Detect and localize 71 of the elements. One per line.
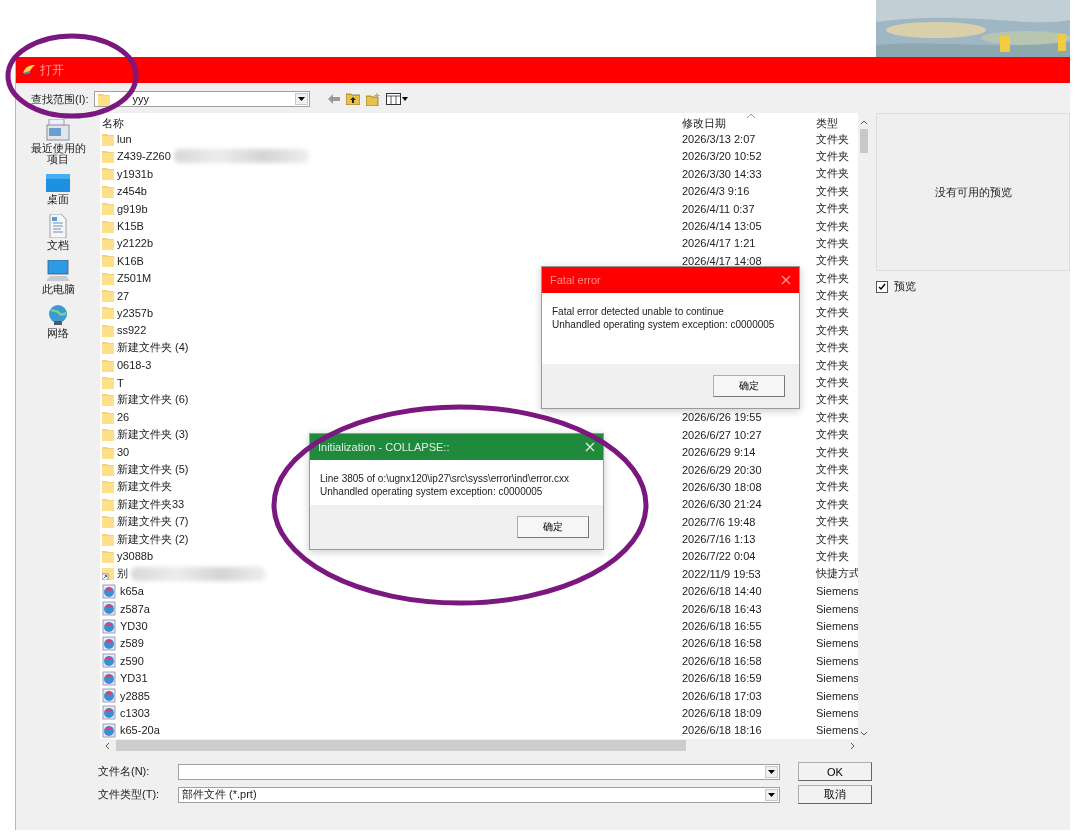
date-cell-text: 2026/4/14 13:05 (681, 219, 763, 235)
date-cell-text: 2026/4/17 1:21 (681, 236, 757, 252)
date-cell-text: 2026/7/6 19:48 (681, 514, 757, 530)
date-cell-text: 2026/6/18 18:09 (681, 705, 763, 721)
type-cell-text: 文件夹 (815, 322, 850, 338)
type-cell-text: Siemens (815, 601, 858, 617)
date-cell-text: 2026/6/18 16:55 (681, 619, 763, 634)
look-in-label: 查找范围(I): (31, 91, 89, 107)
type-cell-text: 文件夹 (815, 183, 850, 199)
type-cell-text: Siemens (815, 636, 858, 652)
file-type-label: 文件类型(T): (98, 787, 161, 803)
type-cell-text: 文件夹 (815, 462, 850, 477)
date-cell-text: 2026/6/18 16:59 (681, 671, 763, 687)
type-cell-text: Siemens (815, 584, 858, 600)
date-cell-text: 2026/6/18 16:43 (681, 601, 763, 617)
date-cell-text: 2026/6/30 18:08 (681, 479, 763, 495)
type-cell-text: 文件夹 (815, 253, 850, 269)
preview-label: 预览 (894, 279, 916, 294)
type-cell-text: 文件夹 (815, 531, 850, 547)
type-cell-text: Siemens (815, 619, 858, 634)
error-message: Fatal error detected unable to continue Unhandled operating system exception: c0000005 (551, 305, 776, 332)
type-cell-text: 文件夹 (815, 148, 850, 164)
date-cell-text: 2026/3/30 14:33 (681, 166, 763, 182)
file-name-label: 文件名(N): (98, 764, 151, 780)
type-cell-text: 文件夹 (815, 235, 850, 251)
type-cell-text: 文件夹 (815, 548, 850, 564)
type-cell-text: Siemens (815, 671, 858, 687)
type-cell-text: 文件夹 (815, 427, 850, 443)
date-cell-text: 2022/11/9 19:53 (681, 566, 762, 582)
date-cell-text: 2026/6/18 17:03 (681, 688, 763, 704)
date-cell-text: 2026/4/11 0:37 (681, 201, 756, 217)
date-cell-text: 2026/6/27 10:27 (681, 427, 763, 443)
date-cell-text: 2026/6/30 21:24 (681, 497, 763, 513)
type-cell-text: Siemens (815, 723, 858, 739)
type-cell-text: 文件夹 (815, 131, 850, 147)
date-cell-text: 2026/4/3 9:16 (681, 184, 751, 200)
date-cell-text: 2026/7/22 0:04 (681, 549, 757, 565)
type-cell-text: 文件夹 (815, 166, 850, 182)
type-cell-text: 文件夹 (815, 514, 850, 530)
type-cell-text: 文件夹 (815, 479, 850, 495)
type-cell-text: 文件夹 (815, 201, 850, 217)
type-cell-text: 文件夹 (815, 392, 850, 408)
error-message: Line 3805 of o:\ugnx120\ip27\src\syss\error\ind\error.cxx Unhandled operating system exception: c0000005 (319, 472, 571, 499)
date-cell-text: 2026/6/29 9:14 (681, 445, 757, 461)
type-cell-text: Siemens (815, 688, 858, 704)
date-cell-text: 2026/3/13 2:07 (681, 132, 757, 148)
type-cell-text: 文件夹 (815, 305, 850, 321)
date-cell-text: 2026/6/29 20:30 (681, 462, 763, 478)
dialog-title-bar: Initialization - COLLAPSE:: (310, 434, 603, 460)
type-cell-text: Siemens (815, 653, 858, 669)
type-cell-text: 文件夹 (815, 375, 850, 391)
type-cell-text: 文件夹 (815, 496, 850, 512)
date-cell-text: 2026/3/20 10:52 (681, 149, 763, 165)
date-cell-text: 2026/6/18 16:58 (681, 653, 763, 669)
type-cell-text: 文件夹 (815, 288, 850, 304)
type-cell-text: 文件夹 (815, 218, 850, 234)
type-cell-text: 文件夹 (815, 444, 850, 460)
preview-message: 没有可用的预览 (934, 184, 1012, 200)
date-cell-text: 2026/6/18 18:16 (681, 723, 763, 739)
date-cell-text: 2026/6/26 19:55 (681, 410, 763, 426)
window-title: 打开 (40, 61, 64, 79)
dialog-title-bar: Fatal error (542, 267, 799, 293)
date-cell-text: 2026/7/16 1:13 (681, 532, 757, 548)
date-cell-text: 2026/6/18 16:58 (681, 636, 763, 652)
date-cell-text: 2026/4/17 14:08 (681, 253, 763, 269)
type-cell-text: 文件夹 (815, 357, 850, 373)
type-cell-text: 文件夹 (815, 340, 850, 356)
type-cell-text: Siemens (815, 705, 858, 721)
date-cell-text: 2026/6/18 14:40 (681, 584, 763, 600)
type-cell-text: 文件夹 (815, 409, 850, 425)
type-cell-text: 文件夹 (815, 270, 850, 286)
